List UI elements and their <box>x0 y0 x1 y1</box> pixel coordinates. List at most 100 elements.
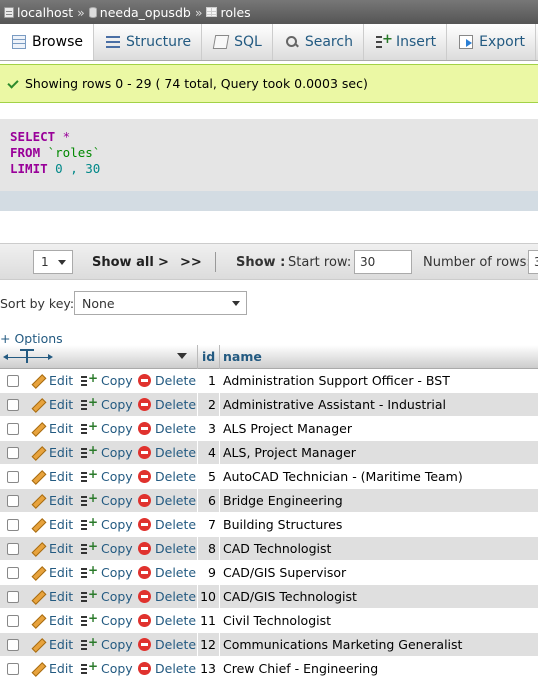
delete-button[interactable]: Delete <box>138 565 196 580</box>
edit-button[interactable]: Edit <box>31 613 73 628</box>
row-checkbox[interactable] <box>7 663 19 675</box>
delete-button[interactable]: Delete <box>138 445 196 460</box>
delete-button[interactable]: Delete <box>138 493 196 508</box>
page-select[interactable]: 1 <box>33 250 73 274</box>
delete-button[interactable]: Delete <box>138 517 196 532</box>
cell-name[interactable]: CAD Technologist <box>223 541 331 556</box>
row-checkbox[interactable] <box>7 519 19 531</box>
cell-id[interactable]: 9 <box>190 565 216 580</box>
cell-name[interactable]: Administration Support Officer - BST <box>223 373 450 388</box>
edit-button[interactable]: Edit <box>31 517 73 532</box>
row-checkbox[interactable] <box>7 399 19 411</box>
copy-button[interactable]: Copy <box>81 563 133 580</box>
cell-id[interactable]: 10 <box>190 589 216 604</box>
delete-button[interactable]: Delete <box>138 373 196 388</box>
edit-button[interactable]: Edit <box>31 589 73 604</box>
copy-button[interactable]: Copy <box>81 419 133 436</box>
copy-button[interactable]: Copy <box>81 443 133 460</box>
cell-id[interactable]: 4 <box>190 445 216 460</box>
copy-button[interactable]: Copy <box>81 467 133 484</box>
column-header-name[interactable]: name <box>223 349 262 364</box>
cell-id[interactable]: 8 <box>190 541 216 556</box>
row-checkbox[interactable] <box>7 591 19 603</box>
delete-button[interactable]: Delete <box>138 661 196 676</box>
delete-button[interactable]: Delete <box>138 589 196 604</box>
edit-button[interactable]: Edit <box>31 469 73 484</box>
copy-button[interactable]: Copy <box>81 395 133 412</box>
edit-button[interactable]: Edit <box>31 661 73 676</box>
tab-browse[interactable]: Browse <box>0 24 94 60</box>
breadcrumb-table-label[interactable]: roles <box>220 5 250 20</box>
tab-sql[interactable]: SQL <box>202 24 273 60</box>
delete-button[interactable]: Delete <box>138 541 196 556</box>
start-row-input[interactable]: 30 <box>354 250 412 274</box>
column-header-id[interactable]: id <box>202 349 215 364</box>
cell-id[interactable]: 11 <box>190 613 216 628</box>
column-dropdown-icon[interactable] <box>177 353 187 359</box>
row-checkbox[interactable] <box>7 495 19 507</box>
cell-name[interactable]: CAD/GIS Technologist <box>223 589 357 604</box>
cell-id[interactable]: 7 <box>190 517 216 532</box>
sort-by-key-select[interactable]: None <box>74 291 247 315</box>
copy-button[interactable]: Copy <box>81 491 133 508</box>
cell-name[interactable]: ALS, Project Manager <box>223 445 356 460</box>
cell-name[interactable]: Bridge Engineering <box>223 493 343 508</box>
cell-name[interactable]: Administrative Assistant - Industrial <box>223 397 446 412</box>
cell-name[interactable]: Civil Technologist <box>223 613 331 628</box>
breadcrumb-database[interactable]: needa_opusdb <box>88 5 191 20</box>
cell-name[interactable]: CAD/GIS Supervisor <box>223 565 346 580</box>
tab-search[interactable]: Search <box>273 24 364 60</box>
breadcrumb-server-label[interactable]: localhost <box>17 5 73 20</box>
next-page-button[interactable]: > <box>158 255 169 270</box>
row-checkbox[interactable] <box>7 615 19 627</box>
cell-name[interactable]: Building Structures <box>223 517 342 532</box>
tab-structure[interactable]: Structure <box>94 24 203 60</box>
row-checkbox[interactable] <box>7 639 19 651</box>
cell-id[interactable]: 13 <box>190 661 216 676</box>
tab-export[interactable]: Export <box>447 24 536 60</box>
row-checkbox[interactable] <box>7 375 19 387</box>
edit-button[interactable]: Edit <box>31 493 73 508</box>
cell-id[interactable]: 6 <box>190 493 216 508</box>
cell-name[interactable]: ALS Project Manager <box>223 421 352 436</box>
copy-button[interactable]: Copy <box>81 635 133 652</box>
number-of-rows-input[interactable]: 3 <box>528 250 538 274</box>
edit-button[interactable]: Edit <box>31 565 73 580</box>
edit-button[interactable]: Edit <box>31 397 73 412</box>
delete-button[interactable]: Delete <box>138 637 196 652</box>
row-checkbox[interactable] <box>7 471 19 483</box>
cell-id[interactable]: 3 <box>190 421 216 436</box>
copy-button[interactable]: Copy <box>81 587 133 604</box>
cell-name[interactable]: Crew Chief - Engineering <box>223 661 378 676</box>
row-checkbox[interactable] <box>7 447 19 459</box>
delete-button[interactable]: Delete <box>138 421 196 436</box>
cell-id[interactable]: 2 <box>190 397 216 412</box>
copy-button[interactable]: Copy <box>81 515 133 532</box>
row-checkbox[interactable] <box>7 543 19 555</box>
sql-query[interactable]: SELECT * FROM `roles` LIMIT 0 , 30 <box>10 129 410 183</box>
edit-button[interactable]: Edit <box>31 373 73 388</box>
last-page-button[interactable]: >> <box>180 255 202 270</box>
tab-insert[interactable]: Insert <box>364 24 448 60</box>
copy-button[interactable]: Copy <box>81 611 133 628</box>
edit-button[interactable]: Edit <box>31 421 73 436</box>
cell-id[interactable]: 1 <box>190 373 216 388</box>
cell-name[interactable]: AutoCAD Technician - (Maritime Team) <box>223 469 463 484</box>
show-all-button[interactable]: Show all <box>92 255 154 270</box>
row-checkbox[interactable] <box>7 567 19 579</box>
breadcrumb-table[interactable]: roles <box>206 5 251 20</box>
options-link[interactable]: + Options <box>0 331 63 346</box>
cell-id[interactable]: 12 <box>190 637 216 652</box>
copy-button[interactable]: Copy <box>81 539 133 556</box>
delete-button[interactable]: Delete <box>138 613 196 628</box>
cell-id[interactable]: 5 <box>190 469 216 484</box>
row-checkbox[interactable] <box>7 423 19 435</box>
delete-button[interactable]: Delete <box>138 397 196 412</box>
copy-button[interactable]: Copy <box>81 659 133 676</box>
cell-name[interactable]: Communications Marketing Generalist <box>223 637 462 652</box>
edit-button[interactable]: Edit <box>31 445 73 460</box>
edit-button[interactable]: Edit <box>31 541 73 556</box>
column-resize-arrows-icon[interactable] <box>3 349 53 363</box>
delete-button[interactable]: Delete <box>138 469 196 484</box>
copy-button[interactable]: Copy <box>81 371 133 388</box>
